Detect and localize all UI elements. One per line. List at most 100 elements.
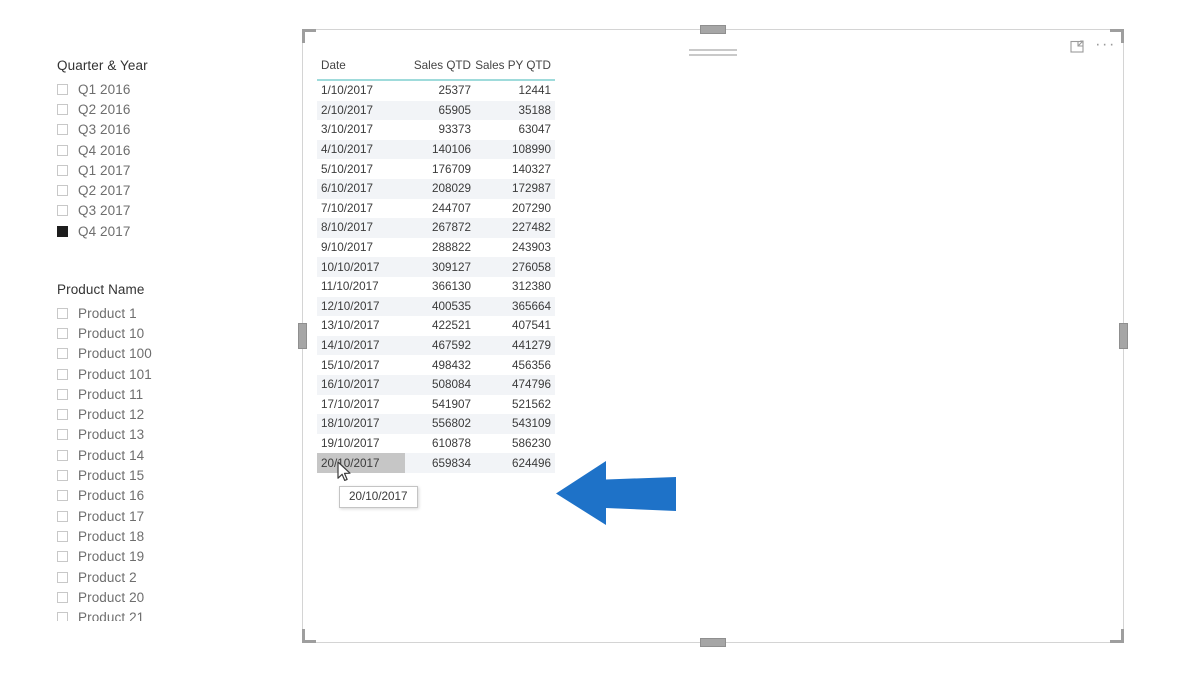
checkbox-icon[interactable] xyxy=(57,429,68,441)
table-cell-sales-py-qtd[interactable]: 140327 xyxy=(475,159,555,179)
table-cell-date[interactable]: 1/10/2017 xyxy=(317,80,405,101)
column-header-date[interactable]: Date xyxy=(317,57,405,81)
table-row[interactable]: 3/10/2017 93373 63047 xyxy=(317,120,555,140)
slicer-item-quarter-year-5[interactable]: Q2 2017 xyxy=(57,180,148,200)
slicer-item-product-name-10[interactable]: Product 17 xyxy=(57,506,152,526)
table-cell-sales-qtd[interactable]: 208029 xyxy=(405,178,475,199)
checkbox-icon[interactable] xyxy=(57,612,68,621)
slicer-item-product-name-9[interactable]: Product 16 xyxy=(57,486,152,506)
table-cell-sales-qtd[interactable]: 309127 xyxy=(405,257,475,277)
table-cell-date[interactable]: 18/10/2017 xyxy=(317,414,405,434)
slicer-item-quarter-year-1[interactable]: Q2 2016 xyxy=(57,99,148,119)
checkbox-icon[interactable] xyxy=(57,83,68,95)
checkbox-icon[interactable] xyxy=(57,205,68,217)
table-cell-sales-qtd[interactable]: 366130 xyxy=(405,277,475,297)
checkbox-icon[interactable] xyxy=(57,124,68,136)
slicer-quarter-year-list[interactable]: Q1 2016 Q2 2016 Q3 2016 Q4 2016 Q1 2017 Q2 20… xyxy=(57,79,148,241)
slicer-product-name-list[interactable]: Product 1 Product 10 Product 100 Product 10… xyxy=(57,303,152,621)
slicer-item-product-name-13[interactable]: Product 2 xyxy=(57,567,152,587)
table-cell-date[interactable]: 8/10/2017 xyxy=(317,218,405,238)
slicer-item-quarter-year-3[interactable]: Q4 2016 xyxy=(57,140,148,160)
column-header-sales-py-qtd[interactable]: Sales PY QTD xyxy=(475,57,555,81)
checkbox-icon[interactable] xyxy=(57,144,68,156)
table-cell-date[interactable]: 5/10/2017 xyxy=(317,159,405,179)
table-cell-sales-py-qtd[interactable]: 407541 xyxy=(475,316,555,336)
resize-handle-bottom-center[interactable] xyxy=(700,638,726,647)
table-cell-sales-py-qtd[interactable]: 624496 xyxy=(475,453,555,473)
table-cell-sales-py-qtd[interactable]: 474796 xyxy=(475,374,555,395)
table-cell-date[interactable]: 9/10/2017 xyxy=(317,238,405,258)
checkbox-icon[interactable] xyxy=(57,327,68,339)
resize-handle-top-left[interactable] xyxy=(302,29,316,43)
checkbox-icon[interactable] xyxy=(57,307,68,319)
table-cell-sales-qtd[interactable]: 288822 xyxy=(405,238,475,258)
table-cell-sales-py-qtd[interactable]: 365664 xyxy=(475,296,555,317)
checkbox-icon[interactable] xyxy=(57,368,68,380)
slicer-item-quarter-year-2[interactable]: Q3 2016 xyxy=(57,120,148,140)
slicer-item-product-name-0[interactable]: Product 1 xyxy=(57,303,152,323)
table-cell-sales-qtd[interactable]: 508084 xyxy=(405,374,475,395)
table-row[interactable]: 19/10/2017 610878 586230 xyxy=(317,434,555,454)
table-cell-sales-py-qtd[interactable]: 586230 xyxy=(475,434,555,454)
table-cell-date[interactable]: 14/10/2017 xyxy=(317,335,405,356)
table-cell-sales-py-qtd[interactable]: 276058 xyxy=(475,257,555,277)
checkbox-icon[interactable] xyxy=(57,551,68,563)
checkbox-icon[interactable] xyxy=(57,388,68,400)
more-options-icon[interactable]: ··· xyxy=(1095,36,1114,57)
slicer-item-product-name-7[interactable]: Product 14 xyxy=(57,445,152,465)
table-row[interactable]: 14/10/2017 467592 441279 xyxy=(317,335,555,356)
table-cell-date[interactable]: 16/10/2017 xyxy=(317,374,405,395)
table-cell-date[interactable]: 4/10/2017 xyxy=(317,139,405,160)
table-cell-sales-qtd[interactable]: 498432 xyxy=(405,355,475,375)
table-cell-sales-qtd[interactable]: 93373 xyxy=(405,120,475,140)
checkbox-icon[interactable] xyxy=(57,348,68,360)
table-cell-date[interactable]: 15/10/2017 xyxy=(317,355,405,375)
checkbox-icon[interactable] xyxy=(57,530,68,542)
table-cell-date[interactable]: 11/10/2017 xyxy=(317,277,405,297)
focus-mode-icon[interactable] xyxy=(1069,38,1086,55)
slicer-item-product-name-3[interactable]: Product 101 xyxy=(57,364,152,384)
table-row[interactable]: 10/10/2017 309127 276058 xyxy=(317,257,555,277)
checkbox-icon[interactable] xyxy=(57,470,68,482)
table-cell-sales-qtd[interactable]: 65905 xyxy=(405,100,475,121)
table-cell-sales-py-qtd[interactable]: 108990 xyxy=(475,139,555,160)
table-row[interactable]: 6/10/2017 208029 172987 xyxy=(317,178,555,199)
table-cell-date[interactable]: 19/10/2017 xyxy=(317,434,405,454)
table-cell-sales-py-qtd[interactable]: 456356 xyxy=(475,355,555,375)
table-cell-date[interactable]: 3/10/2017 xyxy=(317,120,405,140)
resize-handle-middle-right[interactable] xyxy=(1119,323,1128,349)
slicer-item-quarter-year-4[interactable]: Q1 2017 xyxy=(57,160,148,180)
checkbox-icon[interactable] xyxy=(57,510,68,522)
table-row[interactable]: 1/10/2017 25377 12441 xyxy=(317,80,555,101)
slicer-item-product-name-11[interactable]: Product 18 xyxy=(57,526,152,546)
slicer-item-product-name-6[interactable]: Product 13 xyxy=(57,425,152,445)
table-row[interactable]: 9/10/2017 288822 243903 xyxy=(317,238,555,258)
slicer-item-product-name-1[interactable]: Product 10 xyxy=(57,323,152,343)
table-cell-sales-qtd[interactable]: 400535 xyxy=(405,296,475,317)
table-row[interactable]: 5/10/2017 176709 140327 xyxy=(317,159,555,179)
table-row[interactable]: 13/10/2017 422521 407541 xyxy=(317,316,555,336)
slicer-item-product-name-2[interactable]: Product 100 xyxy=(57,344,152,364)
table-cell-date[interactable]: 12/10/2017 xyxy=(317,296,405,317)
table-row[interactable]: 2/10/2017 65905 35188 xyxy=(317,100,555,121)
table-cell-sales-py-qtd[interactable]: 12441 xyxy=(475,80,555,101)
table-cell-sales-qtd[interactable]: 244707 xyxy=(405,199,475,219)
table-cell-sales-qtd[interactable]: 140106 xyxy=(405,139,475,160)
table-cell-sales-py-qtd[interactable]: 543109 xyxy=(475,414,555,434)
resize-handle-bottom-right[interactable] xyxy=(1110,629,1124,643)
table-cell-date[interactable]: 10/10/2017 xyxy=(317,257,405,277)
table-cell-sales-qtd[interactable]: 176709 xyxy=(405,159,475,179)
table-cell-date[interactable]: 20/10/2017 xyxy=(317,453,405,473)
table-cell-date[interactable]: 6/10/2017 xyxy=(317,178,405,199)
resize-handle-top-center[interactable] xyxy=(700,25,726,34)
table-row[interactable]: 7/10/2017 244707 207290 xyxy=(317,199,555,219)
table-cell-sales-qtd[interactable]: 610878 xyxy=(405,434,475,454)
checkbox-icon[interactable] xyxy=(57,409,68,421)
table-cell-sales-py-qtd[interactable]: 207290 xyxy=(475,199,555,219)
table-row[interactable]: 16/10/2017 508084 474796 xyxy=(317,374,555,395)
table-row[interactable]: 11/10/2017 366130 312380 xyxy=(317,277,555,297)
table-row[interactable]: 8/10/2017 267872 227482 xyxy=(317,218,555,238)
table-cell-date[interactable]: 7/10/2017 xyxy=(317,199,405,219)
table-cell-sales-qtd[interactable]: 556802 xyxy=(405,414,475,434)
checkbox-icon[interactable] xyxy=(57,185,68,197)
